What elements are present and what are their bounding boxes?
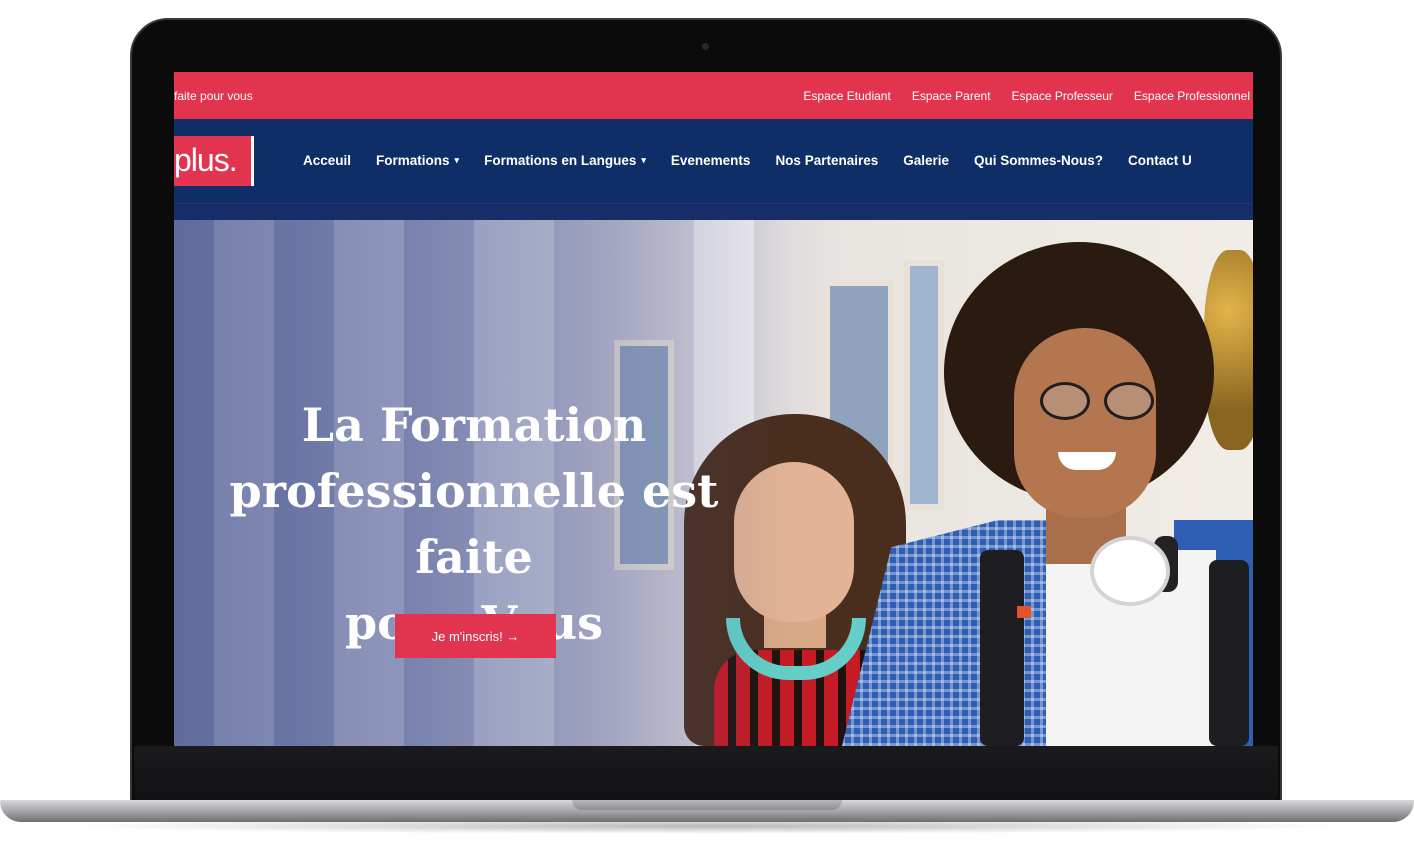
backpack-buckle [1017,606,1031,618]
backpack-strap [1209,560,1249,746]
laptop-screen: faite pour vous Espace Etudiant Espace P… [174,72,1253,746]
nav-bottom-stripe [174,203,1253,219]
nav-item-galerie[interactable]: Galerie [903,153,949,168]
signup-button[interactable]: Je m'inscris! → [395,614,556,658]
hero-headline-line: professionnelle est faite [229,464,719,584]
nav-item-formations[interactable]: Formations ▾ [376,153,459,168]
link-espace-etudiant[interactable]: Espace Etudiant [803,89,890,103]
link-espace-parent[interactable]: Espace Parent [912,89,991,103]
background-window [904,260,944,510]
nav-item-contact[interactable]: Contact U [1128,153,1192,168]
link-espace-professionnel[interactable]: Espace Professionnel [1134,89,1250,103]
top-bar-tagline: faite pour vous [174,89,253,103]
chevron-down-icon: ▾ [641,155,646,165]
laptop-chin [134,746,1278,800]
glasses-icon [1040,382,1090,420]
student-boy-smile [1058,452,1116,470]
chevron-down-icon: ▾ [454,155,460,165]
laptop-notch [572,800,842,810]
nav-item-evenements[interactable]: Evenements [671,153,751,168]
nav-item-acceuil[interactable]: Acceuil [303,153,351,168]
nav-item-label: Evenements [670,153,751,168]
nav-item-label: Contact U [1128,153,1192,168]
top-bar: faite pour vous Espace Etudiant Espace P… [174,72,1253,119]
hero-headline-line: La Formation [301,398,647,452]
nav-item-qui-sommes-nous[interactable]: Qui Sommes-Nous? [974,153,1103,168]
nav-item-label: Qui Sommes-Nous? [974,153,1104,168]
logo-text: plus. [174,142,238,178]
laptop-mockup: faite pour vous Espace Etudiant Espace P… [0,0,1414,848]
main-navigation: plus. Acceuil Formations ▾ Formations en … [174,119,1253,219]
camera-icon [702,43,709,50]
hero-section: La Formation professionnelle est faite p… [174,220,1253,746]
top-bar-links: Espace Etudiant Espace Parent Espace Pro… [803,89,1250,103]
site-logo[interactable]: plus. [174,136,254,186]
link-espace-professeur[interactable]: Espace Professeur [1012,89,1113,103]
nav-item-label: Acceuil [303,153,352,168]
nav-item-label: Nos Partenaires [775,153,879,168]
nav-item-label: Formations [376,153,450,168]
backpack-strap [980,550,1024,746]
headphones-icon [1090,536,1170,606]
nav-menu: Acceuil Formations ▾ Formations en Langue… [303,153,1192,168]
nav-item-label: Galerie [903,153,950,168]
student-boy-face [1014,328,1156,518]
glasses-icon [1104,382,1154,420]
nav-item-label: Formations en Langues [484,153,637,168]
nav-item-formations-en-langues[interactable]: Formations en Langues ▾ [484,153,646,168]
nav-item-nos-partenaires[interactable]: Nos Partenaires [775,153,878,168]
